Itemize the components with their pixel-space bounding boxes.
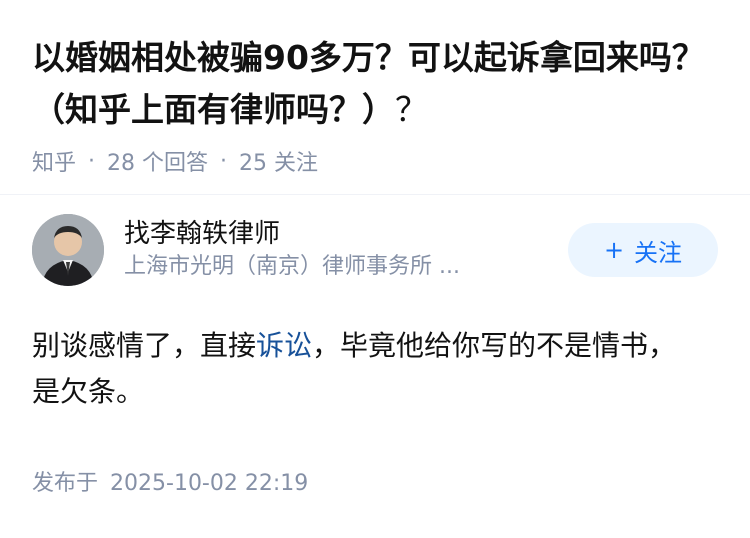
author-info: 找李翰轶律师 上海市光明（南京）律师事务所 ... <box>124 217 568 283</box>
author-row: 找李翰轶律师 上海市光明（南京）律师事务所 ... + 关注 <box>32 195 718 305</box>
keyword-link[interactable]: 诉讼 <box>256 329 312 362</box>
author-name[interactable]: 找李翰轶律师 <box>124 217 568 251</box>
publish-label: 发布于 <box>32 471 99 496</box>
question-meta: 知乎 · 28 个回答 · 25 关注 <box>32 144 718 178</box>
answer-card: 找李翰轶律师 上海市光明（南京）律师事务所 ... + 关注 别谈感情了，直接诉… <box>0 195 750 497</box>
author-org: 上海市光明（南京）律师事务所 ... <box>124 254 460 279</box>
question-header: 以婚姻相处被骗90多万？可以起诉拿回来吗？（知乎上面有律师吗？）？ 知乎 · 2… <box>0 0 750 178</box>
answer-body: 别谈感情了，直接诉讼，毕竟他给你写的不是情书，是欠条。 <box>32 323 682 415</box>
question-title[interactable]: 以婚姻相处被骗90多万？可以起诉拿回来吗？（知乎上面有律师吗？）？ <box>32 32 718 136</box>
meta-separator: · <box>220 148 228 174</box>
follow-button[interactable]: + 关注 <box>568 223 718 277</box>
avatar[interactable] <box>32 214 104 286</box>
followers-count[interactable]: 25 关注 <box>239 145 318 177</box>
answer-text-before: 别谈感情了，直接 <box>32 329 257 362</box>
question-title-text: 以婚姻相处被骗90多万？可以起诉拿回来吗？（知乎上面有律师吗？） <box>32 38 705 129</box>
publish-info: 发布于 2025-10-02 22:19 <box>32 465 718 497</box>
question-title-tail: ？ <box>395 90 428 129</box>
follow-label: 关注 <box>634 238 683 267</box>
answers-count[interactable]: 28 个回答 <box>107 145 208 177</box>
source-label[interactable]: 知乎 <box>32 145 76 177</box>
meta-separator: · <box>88 148 96 174</box>
plus-icon: + <box>603 236 625 264</box>
avatar-image <box>32 214 104 286</box>
publish-time: 2025-10-02 22:19 <box>110 471 309 496</box>
